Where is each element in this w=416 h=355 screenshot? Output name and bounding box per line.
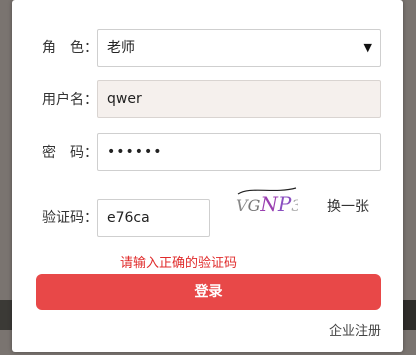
captcha-char-4: P: [277, 192, 292, 216]
role-row: 角 色： 老师 ▼: [12, 28, 403, 68]
captcha-char-3: N: [259, 192, 279, 216]
captcha-image[interactable]: VGNP3: [234, 184, 298, 222]
refresh-captcha-link[interactable]: 换一张: [327, 198, 369, 216]
captcha-error-message: 请输入正确的验证码: [120, 256, 238, 271]
enterprise-register-link[interactable]: 企业注册: [329, 324, 381, 340]
role-label: 角 色：: [42, 40, 98, 56]
login-panel: 角 色： 老师 ▼ 用户名： qwer 密 码： •••••• 验证码： e76…: [12, 0, 403, 352]
username-input[interactable]: qwer: [97, 80, 381, 118]
username-row: 用户名： qwer: [12, 80, 403, 120]
captcha-char-2: G: [248, 196, 261, 215]
role-value: 老师: [107, 40, 135, 56]
captcha-label: 验证码：: [42, 210, 98, 226]
password-input[interactable]: ••••••: [97, 133, 381, 171]
username-label: 用户名：: [42, 92, 98, 108]
captcha-input[interactable]: e76ca: [97, 199, 210, 237]
login-button[interactable]: 登录: [36, 274, 381, 310]
role-select[interactable]: 老师 ▼: [97, 29, 381, 67]
captcha-char-5: 3: [291, 196, 298, 215]
password-label: 密 码：: [42, 145, 98, 161]
svg-text:VGNP3: VGNP3: [236, 192, 298, 216]
password-row: 密 码： ••••••: [12, 133, 403, 173]
chevron-down-icon: ▼: [363, 41, 372, 54]
